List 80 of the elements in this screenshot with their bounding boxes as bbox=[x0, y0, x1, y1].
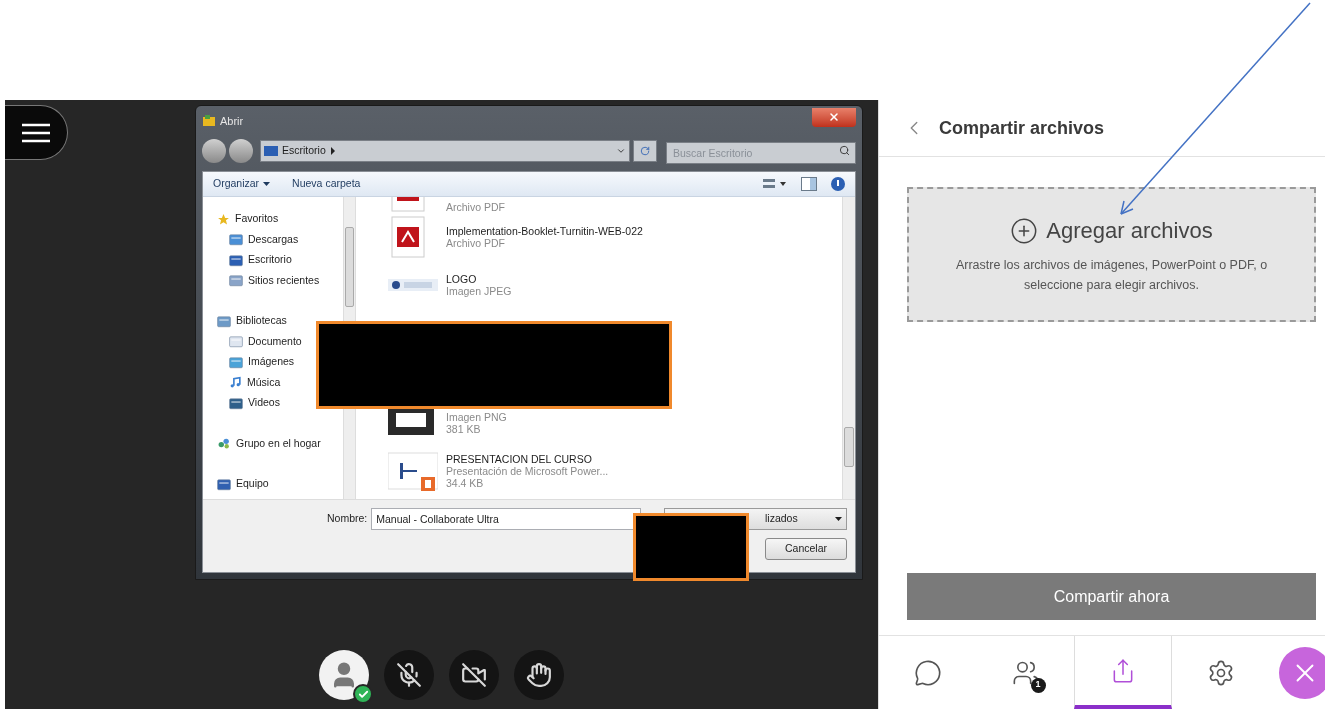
back-button[interactable] bbox=[202, 139, 226, 163]
presentation-icon bbox=[388, 449, 438, 493]
dropdown-icon bbox=[616, 146, 626, 156]
nav-item[interactable]: Favoritos bbox=[203, 209, 343, 230]
refresh-button[interactable] bbox=[633, 140, 657, 162]
folder-icon bbox=[229, 253, 243, 267]
folder-icon bbox=[229, 355, 243, 369]
folder-icon bbox=[229, 274, 243, 288]
nav-item[interactable]: Descargas bbox=[203, 229, 343, 250]
nav-item[interactable]: Grupo en el hogar bbox=[203, 433, 343, 454]
chat-icon bbox=[914, 658, 942, 687]
chevron-right-icon bbox=[329, 147, 336, 155]
file-type: Archivo PDF bbox=[446, 237, 506, 249]
folder-icon bbox=[229, 233, 243, 247]
menu-icon bbox=[21, 122, 51, 143]
filename-field[interactable]: Manual - Collaborate Ultra bbox=[371, 508, 642, 530]
folder-icon bbox=[229, 396, 243, 410]
file-name[interactable]: PRESENTACION DEL CURSO bbox=[446, 453, 646, 465]
view-options-icon bbox=[763, 178, 787, 190]
file-type: Imagen JPEG bbox=[446, 285, 513, 297]
file-size: 34.4 KB bbox=[446, 477, 485, 489]
close-button[interactable] bbox=[812, 107, 856, 127]
dialog-title: Abrir bbox=[220, 113, 244, 129]
filename-label: Nombre: bbox=[327, 511, 368, 527]
file-size: 381 KB bbox=[446, 423, 482, 435]
new-folder-button[interactable]: Nueva carpeta bbox=[292, 176, 361, 192]
file-name[interactable]: Implementation-Booklet-Turnitin-WEB-022 bbox=[446, 225, 646, 237]
organize-menu[interactable]: Organizar bbox=[213, 176, 271, 192]
file-type: Imagen PNG bbox=[446, 411, 507, 423]
address-bar[interactable]: Escritorio bbox=[260, 140, 630, 162]
close-icon bbox=[828, 111, 840, 123]
share-now-button[interactable]: Compartir ahora bbox=[907, 573, 1316, 620]
nav-item[interactable]: Equipo bbox=[203, 474, 343, 495]
file-type: Presentación de Microsoft Power... bbox=[446, 465, 610, 477]
panel-title: Compartir archivos bbox=[939, 116, 1105, 140]
close-button[interactable] bbox=[1279, 646, 1325, 699]
share-tab[interactable] bbox=[1074, 636, 1172, 709]
search-field[interactable]: Buscar Escritorio bbox=[666, 142, 856, 164]
help-icon bbox=[831, 177, 845, 191]
scrollbar[interactable] bbox=[842, 197, 855, 499]
caret-icon bbox=[263, 182, 271, 186]
nav-item[interactable]: Imágenes bbox=[203, 352, 343, 373]
folder-icon bbox=[217, 314, 231, 328]
nav-item[interactable]: Sitios recientes bbox=[203, 270, 343, 291]
refresh-icon bbox=[640, 146, 650, 156]
preview-pane-icon bbox=[801, 177, 817, 191]
file-type: Archivo PDF bbox=[446, 201, 505, 213]
nav-item[interactable]: Documento bbox=[203, 331, 343, 352]
microphone-off-icon bbox=[396, 662, 422, 688]
music-note-icon bbox=[229, 376, 242, 390]
drop-zone[interactable]: Agregar archivos Arrastre los archivos de imágenes, PowerPoint o PDF, o seleccione para elegir archivos. bbox=[907, 187, 1316, 322]
menu-button[interactable] bbox=[5, 105, 68, 160]
cancel-button[interactable]: Cancelar bbox=[765, 538, 847, 560]
avatar-button[interactable] bbox=[319, 650, 369, 700]
star-icon bbox=[217, 212, 230, 226]
add-files-label: Agregar archivos bbox=[1046, 217, 1213, 245]
caret-icon bbox=[835, 517, 842, 521]
nav-item[interactable]: Videos bbox=[203, 393, 343, 414]
folder-icon bbox=[229, 335, 243, 349]
microphone-off-button[interactable] bbox=[384, 650, 434, 700]
image-thumbnail-icon bbox=[388, 279, 438, 291]
search-icon bbox=[839, 145, 850, 156]
people-icon bbox=[217, 437, 231, 451]
nav-item[interactable]: Bibliotecas bbox=[203, 311, 343, 332]
plus-icon bbox=[1010, 216, 1039, 245]
drop-hint: Arrastre los archivos de imágenes, PowerPoint o PDF, o seleccione para elegir archivos. bbox=[954, 257, 1269, 294]
hand-icon bbox=[526, 662, 552, 688]
camera-off-icon bbox=[461, 662, 487, 688]
count-badge: 1 bbox=[1030, 677, 1046, 693]
participants-tab[interactable]: 1 bbox=[977, 636, 1074, 709]
nav-item[interactable]: Escritorio bbox=[203, 250, 343, 271]
forward-button[interactable] bbox=[229, 139, 253, 163]
folder-icon bbox=[217, 477, 231, 491]
check-icon bbox=[353, 684, 373, 704]
file-name[interactable]: LOGO bbox=[446, 273, 646, 285]
desktop-icon bbox=[264, 145, 278, 157]
app-icon bbox=[202, 114, 216, 128]
nav-item[interactable]: Música bbox=[203, 372, 343, 393]
camera-off-button[interactable] bbox=[449, 650, 499, 700]
raise-hand-button[interactable] bbox=[514, 650, 564, 700]
